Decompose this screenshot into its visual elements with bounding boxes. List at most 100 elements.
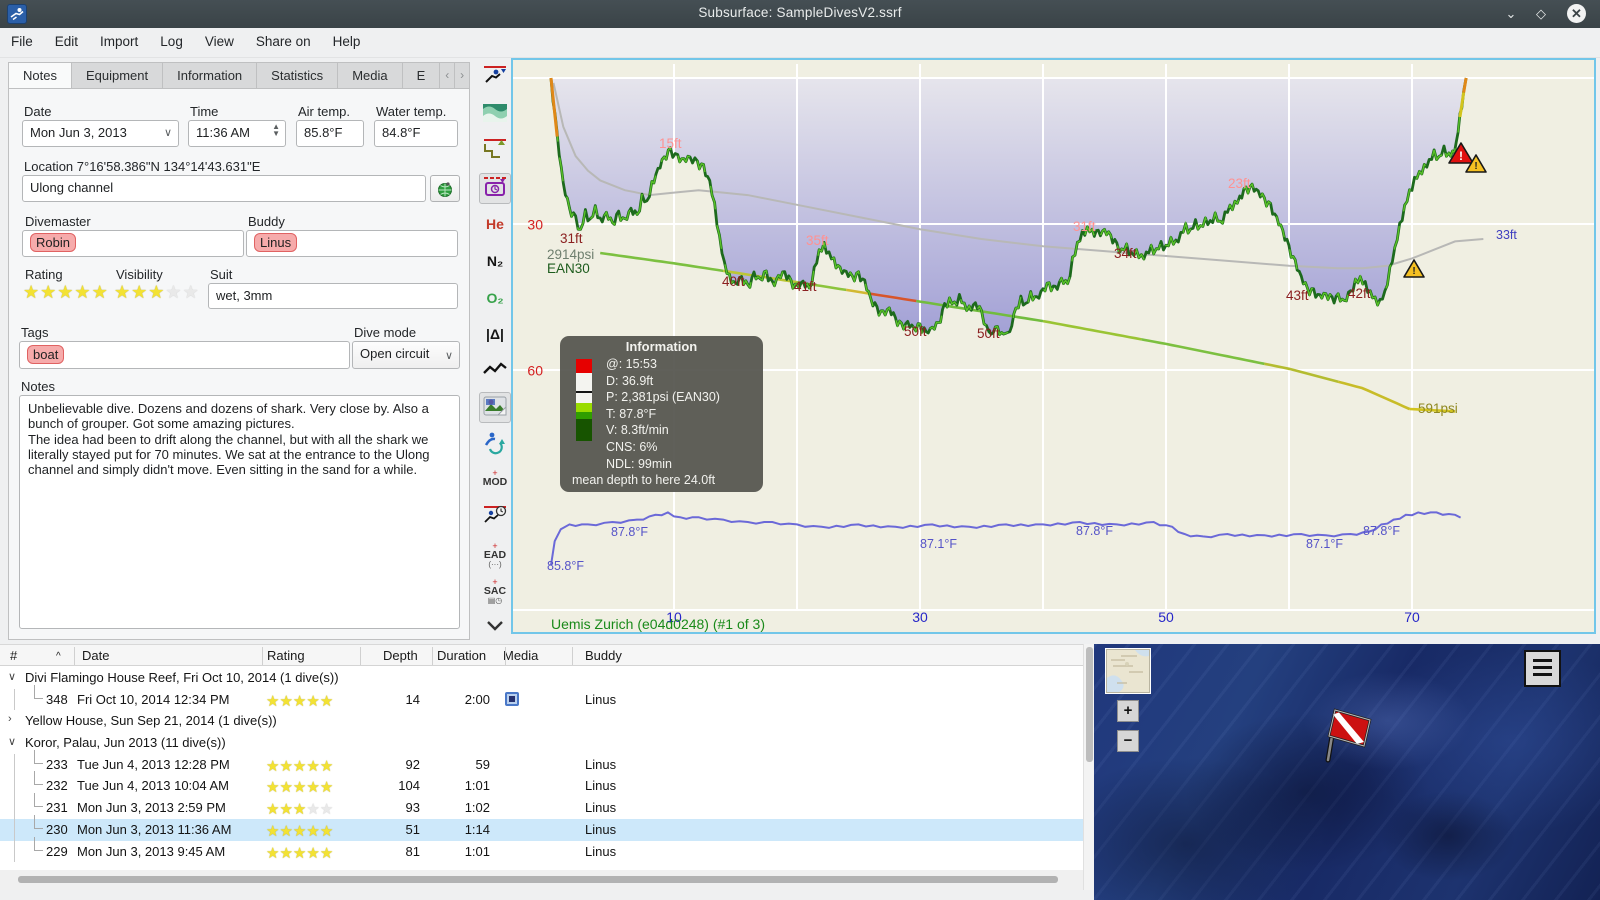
menu-log[interactable]: Log	[149, 28, 194, 49]
tab-statistics[interactable]: Statistics	[257, 62, 339, 89]
dive-buddy: Linus	[585, 691, 617, 707]
minimize-button[interactable]: ⌄	[1500, 4, 1522, 24]
notes-textarea[interactable]: Unbelievable dive. Dozens and dozens of …	[19, 395, 460, 629]
toolbar-tissue-icon[interactable]: |Δ|	[479, 319, 511, 350]
trip-row[interactable]: ∨ Koror, Palau, Jun 2013 (11 dive(s))	[0, 732, 1083, 754]
menu-share-on[interactable]: Share on	[245, 28, 322, 49]
rating-stars[interactable]: ★★★★★	[23, 282, 109, 303]
location-field[interactable]: Ulong channel	[22, 175, 426, 202]
trip-row[interactable]: › Yellow House, Sun Sep 21, 2014 (1 dive(…	[0, 710, 1083, 732]
suit-field[interactable]: wet, 3mm	[208, 283, 458, 309]
date-field[interactable]: Mon Jun 3, 2013 ∨	[22, 120, 179, 147]
toolbar-gas-switch-icon[interactable]	[479, 429, 511, 460]
dive-list-horizontal-scrollbar[interactable]	[0, 870, 1083, 890]
toolbar-photos-icon[interactable]	[479, 392, 511, 424]
toolbar-helium-icon[interactable]: He	[479, 209, 511, 240]
column-divider[interactable]	[74, 647, 75, 665]
dive-list-header[interactable]: # Date Rating Depth Duration Media Buddy ^	[0, 644, 1083, 666]
column-divider[interactable]	[360, 647, 361, 665]
dive-row[interactable]: 231 Mon Jun 3, 2013 2:59 PM ★★★★★ 93 1:02 Lin…	[0, 793, 1083, 819]
water-temp-field[interactable]: 84.8°F	[374, 120, 458, 147]
menu-file[interactable]: File	[0, 28, 44, 49]
dive-row[interactable]: 232 Tue Jun 4, 2013 10:04 AM ★★★★★ 104 1:01 L…	[0, 771, 1083, 798]
column-header-duration[interactable]: Duration	[437, 648, 486, 663]
buddy-tag[interactable]: Linus	[254, 233, 298, 252]
dive-row[interactable]: 233 Tue Jun 4, 2013 12:28 PM ★★★★★ 92 59 Linu…	[0, 749, 1083, 776]
column-header-num[interactable]: #	[10, 648, 17, 663]
toolbar-nitrogen-icon[interactable]: N₂	[479, 246, 511, 277]
dive-list-vertical-scrollbar[interactable]	[1083, 644, 1094, 890]
menu-edit[interactable]: Edit	[44, 28, 89, 49]
divemaster-field[interactable]: Robin	[22, 230, 244, 257]
chevron-down-icon[interactable]: ∨	[164, 126, 172, 139]
trip-row[interactable]: ∨ Divi Flamingo House Reef, Fri Oct 10, 2…	[0, 667, 1083, 689]
dive-date: Mon Jun 3, 2013 11:36 AM	[77, 821, 232, 837]
column-divider[interactable]	[572, 647, 573, 665]
column-header-media[interactable]: Media	[503, 648, 538, 663]
dive-row[interactable]: 230 Mon Jun 3, 2013 11:36 AM ★★★★★ 51 1:14 Li…	[0, 814, 1083, 841]
globe-button[interactable]	[430, 175, 460, 202]
tab-e[interactable]: E	[402, 62, 441, 89]
menu-view[interactable]: View	[194, 28, 245, 49]
visibility-stars[interactable]: ★★★★★	[114, 282, 200, 303]
expand-trip-icon[interactable]: ›	[8, 713, 12, 725]
location-label: Location 7°16'58.386"N 134°14'43.631"E	[24, 159, 261, 174]
tag-chip[interactable]: boat	[27, 345, 65, 364]
toolbar-collapse-icon[interactable]	[479, 612, 511, 643]
maximize-button[interactable]: ◇	[1530, 4, 1552, 24]
divemaster-tag[interactable]: Robin	[30, 233, 76, 252]
toolbar-waves-icon[interactable]	[479, 100, 511, 131]
toolbar-ceiling-icon[interactable]	[479, 136, 511, 167]
menu-help[interactable]: Help	[322, 28, 372, 49]
media-thumbnail-icon[interactable]	[505, 691, 519, 706]
tab-media[interactable]: Media	[338, 62, 403, 89]
toolbar-ead-icon[interactable]: + EAD (···)	[479, 539, 511, 570]
time-field[interactable]: 11:36 AM ▲ ▼	[188, 120, 286, 147]
toolbar-ndl-icon[interactable]	[479, 502, 511, 533]
map-zoom-out-button[interactable]: −	[1117, 730, 1139, 752]
toolbar-dc-ceiling-icon[interactable]	[479, 172, 511, 204]
menu-import[interactable]: Import	[89, 28, 149, 49]
tab-scroll-next[interactable]: ›	[455, 62, 470, 89]
map-overview-thumbnail[interactable]	[1106, 649, 1150, 693]
column-divider[interactable]	[505, 647, 506, 665]
tab-equipment[interactable]: Equipment	[71, 62, 164, 89]
tab-notes[interactable]: Notes	[8, 62, 72, 89]
tab-scroll-prev[interactable]: ‹	[440, 62, 456, 89]
suit-label: Suit	[210, 267, 233, 282]
dive-flag-marker[interactable]	[1312, 702, 1382, 772]
column-header-buddy[interactable]: Buddy	[585, 648, 622, 663]
column-divider[interactable]	[432, 647, 433, 665]
tags-field[interactable]: boat	[19, 341, 350, 369]
dive-depth: 81	[405, 843, 420, 859]
toolbar-heartrate-icon[interactable]	[479, 356, 511, 387]
svg-text:85.8°F: 85.8°F	[547, 559, 584, 573]
column-header-depth[interactable]: Depth	[383, 648, 418, 663]
close-button[interactable]: ✕	[1567, 4, 1586, 23]
tree-guide-line	[14, 775, 15, 798]
svg-text:41ft: 41ft	[794, 279, 817, 294]
toolbar-oxygen-icon[interactable]: O₂	[479, 283, 511, 314]
svg-text:60: 60	[527, 363, 543, 379]
collapse-trip-icon[interactable]: ∨	[8, 670, 16, 683]
buddy-field[interactable]: Linus	[246, 230, 458, 257]
column-header-date[interactable]: Date	[82, 648, 109, 663]
toolbar-sac-icon[interactable]: + SAC ▤◷	[479, 575, 511, 606]
tree-connector	[34, 793, 43, 808]
info-box-row: P: 2,381psi (EAN30)	[606, 390, 720, 405]
column-header-rating[interactable]: Rating	[267, 648, 305, 663]
map-menu-button[interactable]	[1524, 650, 1561, 687]
dive-date: Fri Oct 10, 2014 12:34 PM	[77, 691, 230, 707]
dive-row[interactable]: 348 Fri Oct 10, 2014 12:34 PM ★★★★★ 14 2:00 L…	[0, 684, 1083, 711]
dive-mode-select[interactable]: Open circuit ∨	[352, 341, 460, 369]
column-divider[interactable]	[262, 647, 263, 665]
toolbar-mod-icon[interactable]: + MOD	[479, 466, 511, 497]
dive-row[interactable]: 229 Mon Jun 3, 2013 9:45 AM ★★★★★ 81 1:01 Lin…	[0, 836, 1083, 863]
collapse-trip-icon[interactable]: ∨	[8, 735, 16, 748]
dive-site-map[interactable]: + −	[1094, 644, 1600, 900]
air-temp-field[interactable]: 85.8°F	[296, 120, 364, 147]
time-spinner[interactable]: ▲ ▼	[272, 123, 280, 138]
tab-information[interactable]: Information	[163, 62, 258, 89]
toolbar-dive-computer-icon[interactable]	[479, 63, 511, 94]
map-zoom-in-button[interactable]: +	[1117, 700, 1139, 722]
